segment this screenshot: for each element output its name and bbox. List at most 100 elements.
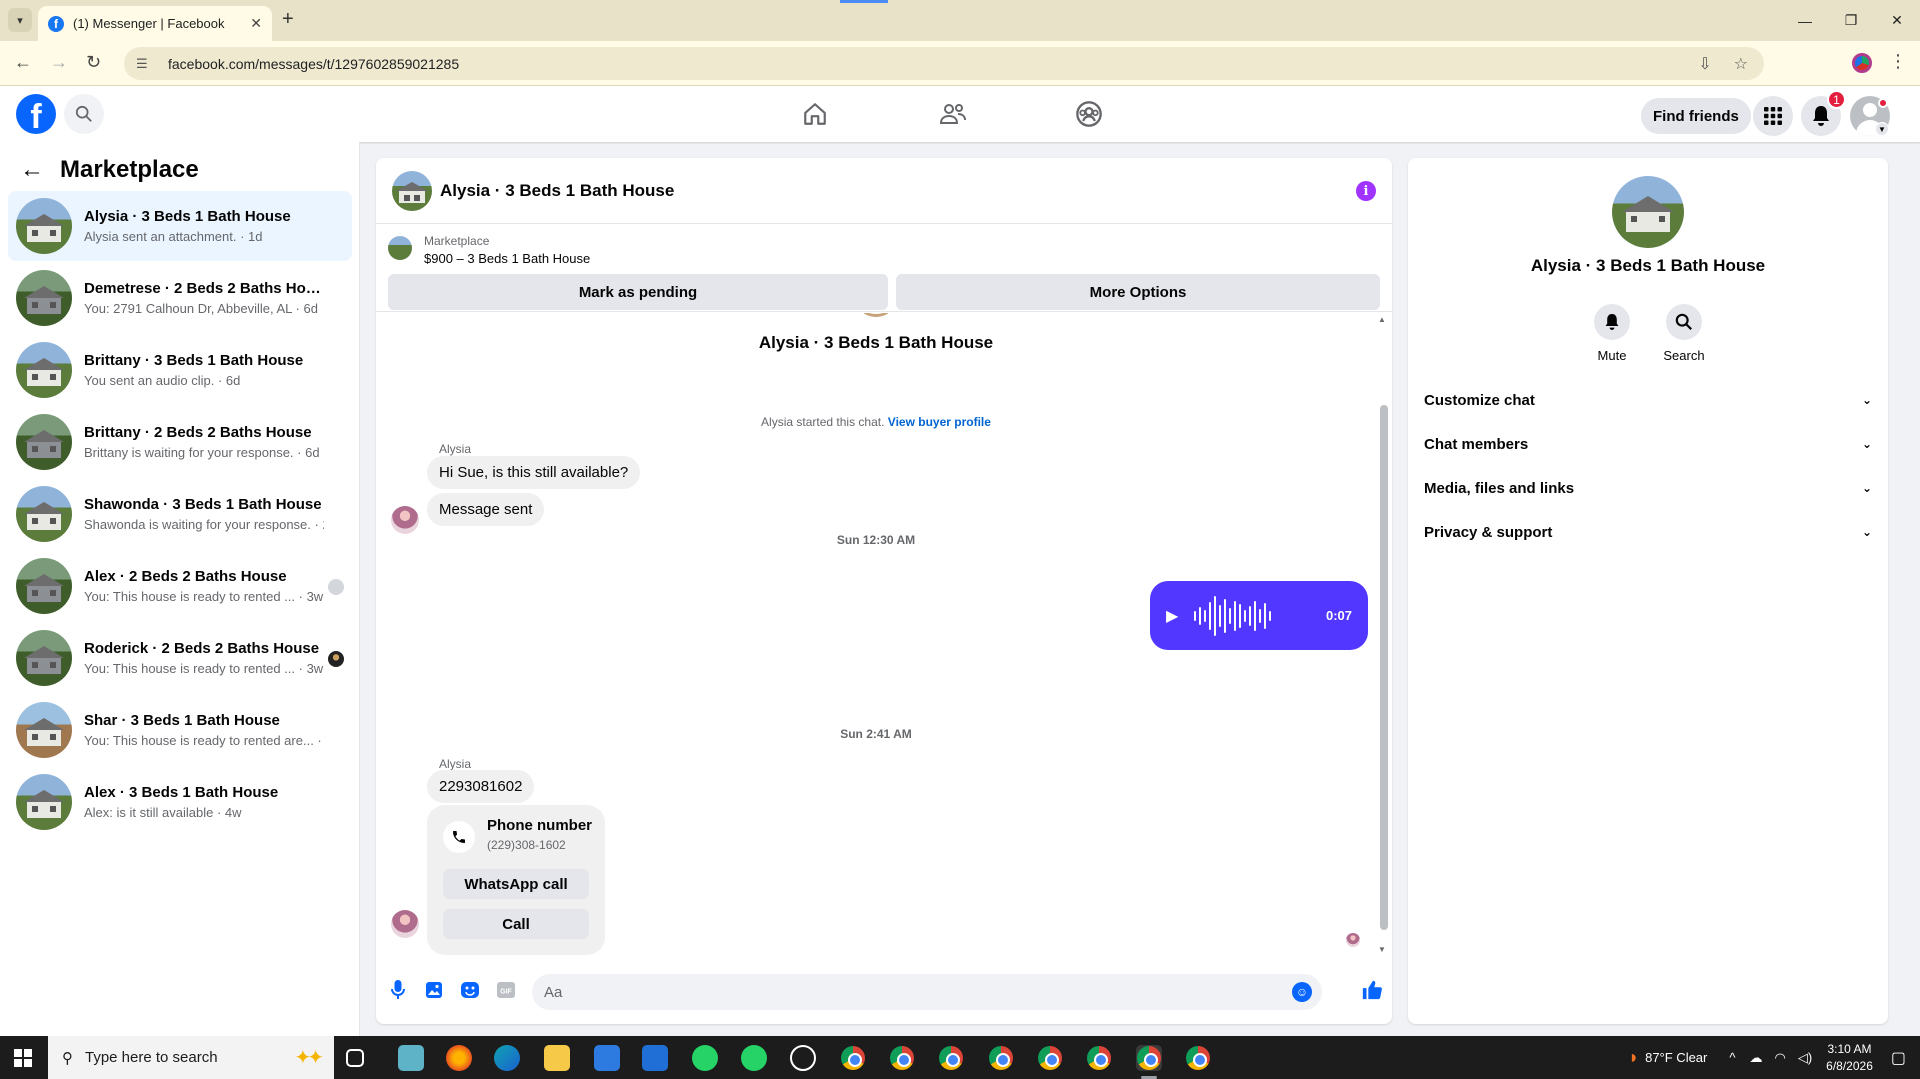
customize-chat-section[interactable]: Customize chat ⌄ bbox=[1416, 378, 1880, 422]
chrome-icon[interactable] bbox=[840, 1045, 866, 1071]
store-icon[interactable] bbox=[594, 1045, 620, 1071]
media-files-links-section[interactable]: Media, files and links ⌄ bbox=[1416, 466, 1880, 510]
back-arrow-icon[interactable]: ← bbox=[20, 156, 44, 184]
sender-avatar[interactable] bbox=[391, 910, 419, 938]
weather-text[interactable]: 87°F Clear bbox=[1645, 1050, 1707, 1065]
new-tab-button[interactable]: + bbox=[282, 8, 294, 31]
sender-avatar[interactable] bbox=[391, 506, 419, 534]
chrome-icon[interactable] bbox=[1037, 1045, 1063, 1071]
chat-members-section[interactable]: Chat members ⌄ bbox=[1416, 422, 1880, 466]
onedrive-icon[interactable]: ☁ bbox=[1749, 1050, 1762, 1066]
chevron-down-icon[interactable]: ▼ bbox=[1875, 122, 1889, 136]
whatsapp-business-icon[interactable] bbox=[741, 1045, 767, 1071]
conversation-item[interactable]: Alex · 2 Beds 2 Baths House You: This hou… bbox=[8, 551, 352, 621]
install-app-icon[interactable]: ⇩ bbox=[1698, 54, 1711, 74]
firefox-icon[interactable] bbox=[446, 1045, 472, 1071]
audio-message[interactable]: ▶ 0:07 bbox=[1150, 581, 1368, 650]
chrome-icon[interactable] bbox=[1086, 1045, 1112, 1071]
taskbar-search[interactable]: ⚲ Type here to search ✦✦ bbox=[48, 1036, 334, 1079]
message-bubble[interactable]: Message sent bbox=[427, 493, 545, 526]
file-explorer-icon[interactable] bbox=[544, 1045, 570, 1071]
play-icon[interactable]: ▶ bbox=[1166, 606, 1178, 626]
url-bar[interactable]: ☰ facebook.com/messages/t/12976028590212… bbox=[124, 47, 1764, 80]
task-view-icon[interactable] bbox=[346, 1049, 364, 1067]
listing-title[interactable]: $900 – 3 Beds 1 Bath House bbox=[424, 251, 590, 266]
conversation-item[interactable]: Demetrese · 2 Beds 2 Baths House You: 279… bbox=[8, 263, 352, 333]
emoji-icon[interactable]: ☺ bbox=[1292, 982, 1312, 1002]
listing-avatar[interactable] bbox=[1612, 176, 1684, 248]
site-info-icon[interactable]: ☰ bbox=[136, 56, 154, 72]
reload-icon[interactable]: ↻ bbox=[86, 52, 101, 73]
find-friends-button[interactable]: Find friends bbox=[1641, 98, 1751, 134]
app-icon[interactable] bbox=[398, 1045, 424, 1071]
info-icon[interactable]: i bbox=[1356, 181, 1376, 201]
notifications-icon[interactable]: ▢ bbox=[1891, 1048, 1906, 1068]
conversation-item[interactable]: Brittany · 3 Beds 1 Bath House You sent a… bbox=[8, 335, 352, 405]
conversation-item[interactable]: Shar · 3 Beds 1 Bath House You: This hous… bbox=[8, 695, 352, 765]
clock[interactable]: 3:10 AM 6/8/2026 bbox=[1826, 1041, 1873, 1075]
conversation-item[interactable]: Shawonda · 3 Beds 1 Bath House Shawonda i… bbox=[8, 479, 352, 549]
edge-icon[interactable] bbox=[494, 1045, 520, 1071]
conversation-item[interactable]: Roderick · 2 Beds 2 Baths House You: This… bbox=[8, 623, 352, 693]
conversation-title: Alysia · 3 Beds 1 Bath House bbox=[758, 333, 994, 352]
gif-icon[interactable]: GIF bbox=[496, 980, 516, 1000]
windows-start-icon[interactable] bbox=[14, 1049, 32, 1067]
search-icon[interactable] bbox=[1666, 304, 1702, 340]
message-bubble[interactable]: Hi Sue, is this still available? bbox=[427, 456, 641, 489]
thumbs-up-icon[interactable] bbox=[1360, 978, 1384, 1002]
listing-thumbnail[interactable] bbox=[388, 236, 412, 260]
search-icon[interactable] bbox=[64, 94, 104, 134]
facebook-logo-icon[interactable]: f bbox=[16, 94, 56, 134]
photo-icon[interactable] bbox=[424, 980, 444, 1000]
chrome-icon[interactable] bbox=[988, 1045, 1014, 1071]
message-input[interactable]: Aa ☺ bbox=[532, 974, 1322, 1010]
mute-action[interactable]: Mute bbox=[1577, 304, 1647, 363]
microphone-icon[interactable] bbox=[388, 980, 408, 1000]
whatsapp-icon[interactable] bbox=[692, 1045, 718, 1071]
browser-profile-icon[interactable] bbox=[1852, 53, 1872, 73]
mail-icon[interactable] bbox=[642, 1045, 668, 1071]
wifi-icon[interactable]: ◠ bbox=[1774, 1050, 1785, 1066]
call-button[interactable]: Call bbox=[443, 909, 589, 939]
message-scrollbar[interactable]: ▲ ▼ bbox=[1378, 313, 1388, 958]
chrome-icon[interactable] bbox=[1136, 1045, 1162, 1071]
chrome-icon[interactable] bbox=[1185, 1045, 1211, 1071]
chrome-icon[interactable] bbox=[889, 1045, 915, 1071]
restore-button[interactable]: ❐ bbox=[1828, 0, 1874, 41]
privacy-support-section[interactable]: Privacy & support ⌄ bbox=[1416, 510, 1880, 554]
chat-title[interactable]: Alysia · 3 Beds 1 Bath House bbox=[440, 181, 674, 201]
minimize-button[interactable]: — bbox=[1782, 0, 1828, 41]
more-options-button[interactable]: More Options bbox=[896, 274, 1380, 310]
chrome-icon[interactable] bbox=[938, 1045, 964, 1071]
close-tab-icon[interactable]: ✕ bbox=[250, 15, 262, 32]
scroll-down-arrow-icon[interactable]: ▼ bbox=[1378, 945, 1386, 954]
browser-tab[interactable]: f (1) Messenger | Facebook ✕ bbox=[38, 6, 272, 41]
sticker-icon[interactable] bbox=[460, 980, 480, 1000]
message-bubble[interactable]: 2293081602 bbox=[427, 770, 535, 803]
tab-search-button[interactable]: ▾ bbox=[8, 8, 32, 32]
conversation-item[interactable]: Brittany · 2 Beds 2 Baths House Brittany … bbox=[8, 407, 352, 477]
show-hidden-icons-icon[interactable]: ^ bbox=[1729, 1050, 1735, 1065]
whatsapp-call-button[interactable]: WhatsApp call bbox=[443, 869, 589, 899]
chat-avatar[interactable] bbox=[392, 170, 432, 211]
close-window-button[interactable]: ✕ bbox=[1874, 0, 1920, 41]
friends-icon[interactable] bbox=[935, 96, 971, 132]
bell-icon[interactable] bbox=[1594, 304, 1630, 340]
bookmark-star-icon[interactable]: ☆ bbox=[1734, 54, 1748, 74]
mark-as-pending-button[interactable]: Mark as pending bbox=[388, 274, 888, 310]
search-action[interactable]: Search bbox=[1649, 304, 1719, 363]
menu-grid-icon[interactable] bbox=[1753, 96, 1793, 136]
volume-icon[interactable]: ◁) bbox=[1798, 1050, 1812, 1066]
conversation-item[interactable]: Alex · 3 Beds 1 Bath House Alex: is it st… bbox=[8, 767, 352, 837]
browser-menu-icon[interactable]: ⋮ bbox=[1889, 51, 1907, 72]
home-icon[interactable] bbox=[797, 96, 833, 132]
url-text[interactable]: facebook.com/messages/t/1297602859021285 bbox=[168, 56, 459, 72]
groups-icon[interactable] bbox=[1071, 96, 1107, 132]
forward-arrow-icon[interactable]: → bbox=[50, 52, 68, 73]
back-arrow-icon[interactable]: ← bbox=[14, 52, 32, 73]
view-buyer-profile-link[interactable]: View buyer profile bbox=[888, 415, 991, 429]
scroll-up-arrow-icon[interactable]: ▲ bbox=[1378, 315, 1386, 324]
chatgpt-icon[interactable] bbox=[790, 1045, 816, 1071]
conversation-item[interactable]: Alysia · 3 Beds 1 Bath House Alysia sent … bbox=[8, 191, 352, 261]
scrollbar-thumb[interactable] bbox=[1380, 405, 1388, 930]
